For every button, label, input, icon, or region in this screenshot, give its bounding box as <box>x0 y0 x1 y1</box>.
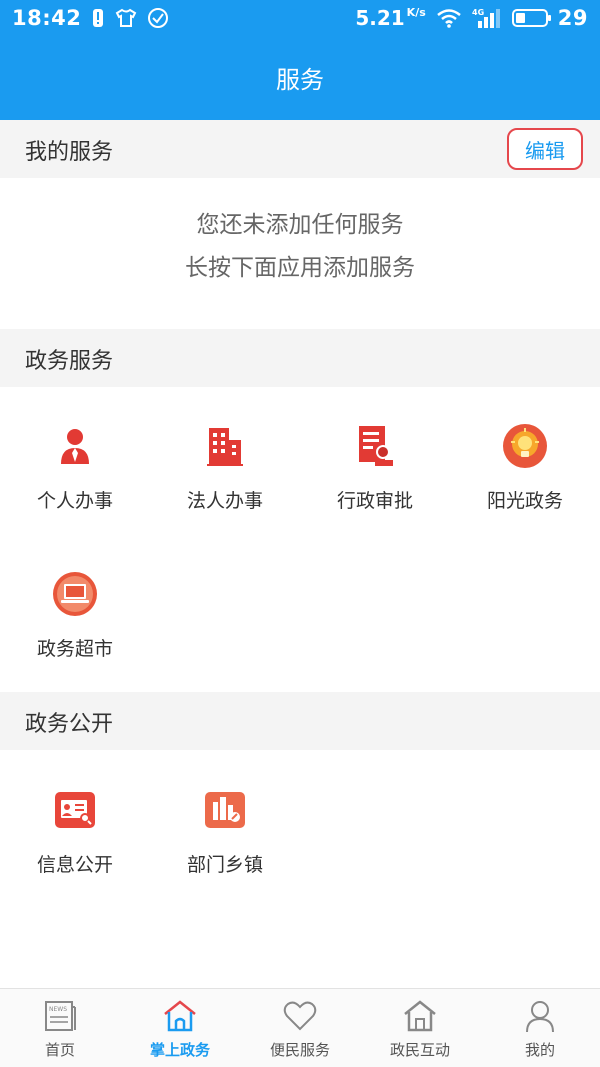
svg-text:NEWS: NEWS <box>49 1006 67 1013</box>
service-label: 行政审批 <box>336 490 413 512</box>
check-circle-icon <box>147 7 169 29</box>
house-outline-icon <box>402 999 438 1033</box>
service-label: 政务超市 <box>36 638 113 660</box>
my-services-title: 我的服务 <box>25 140 114 165</box>
heart-icon <box>282 999 318 1033</box>
battery-percent: 29 <box>557 6 588 30</box>
user-icon <box>522 999 558 1033</box>
page-title: 服务 <box>276 66 324 94</box>
service-item-approval[interactable]: 行政审批 <box>300 422 450 532</box>
bottom-navigation: NEWS 首页 掌上政务 便民服务 政民互动 我的 <box>0 988 600 1067</box>
service-item-legal[interactable]: 法人办事 <box>150 422 300 532</box>
service-label: 个人办事 <box>36 490 113 512</box>
nav-item-me[interactable]: 我的 <box>480 989 600 1067</box>
network-speed: 5.21 K/s <box>355 6 426 30</box>
nav-item-interaction[interactable]: 政民互动 <box>360 989 480 1067</box>
open-item-info[interactable]: 信息公开 <box>0 786 150 896</box>
shirt-icon <box>115 8 137 28</box>
status-bar: 18:42 5.21 K/s 4G 29 <box>0 0 600 38</box>
status-time: 18:42 <box>12 6 82 30</box>
nav-label: 掌上政务 <box>149 1041 210 1059</box>
network-type: 4G <box>472 8 484 17</box>
building-icon <box>201 422 249 470</box>
house-icon <box>162 999 198 1033</box>
gov-open-header: 政务公开 <box>0 692 600 750</box>
edit-button[interactable]: 编辑 <box>507 128 583 170</box>
alert-icon <box>91 8 105 28</box>
wifi-icon <box>436 8 462 28</box>
service-label: 阳光政务 <box>486 490 563 512</box>
open-label: 部门乡镇 <box>186 854 263 876</box>
nav-label: 政民互动 <box>389 1041 450 1059</box>
lightbulb-icon <box>501 422 549 470</box>
gov-open-title: 政务公开 <box>25 712 114 737</box>
empty-services-message: 您还未添加任何服务 长按下面应用添加服务 <box>0 204 600 290</box>
document-stamp-icon <box>351 422 399 470</box>
service-item-sunshine[interactable]: 阳光政务 <box>450 422 600 532</box>
news-icon: NEWS <box>42 999 78 1033</box>
id-card-search-icon <box>51 786 99 834</box>
empty-message-line2: 长按下面应用添加服务 <box>185 255 415 281</box>
laptop-icon <box>51 570 99 618</box>
nav-item-convenience[interactable]: 便民服务 <box>240 989 360 1067</box>
nav-label: 首页 <box>44 1041 75 1059</box>
service-item-personal[interactable]: 个人办事 <box>0 422 150 532</box>
app-header: 18:42 5.21 K/s 4G 29 服务 <box>0 0 600 120</box>
city-buildings-icon <box>201 786 249 834</box>
nav-label: 便民服务 <box>269 1041 330 1059</box>
gov-services-title: 政务服务 <box>25 349 114 374</box>
nav-label: 我的 <box>524 1041 555 1059</box>
empty-message-line1: 您还未添加任何服务 <box>196 212 404 238</box>
open-label: 信息公开 <box>36 854 113 876</box>
service-label: 法人办事 <box>186 490 263 512</box>
battery-icon <box>511 9 551 27</box>
nav-item-home[interactable]: NEWS 首页 <box>0 989 120 1067</box>
gov-services-header: 政务服务 <box>0 329 600 387</box>
my-services-header: 我的服务 编辑 <box>0 120 600 178</box>
person-icon <box>51 422 99 470</box>
open-item-department[interactable]: 部门乡镇 <box>150 786 300 896</box>
nav-item-gov-affairs[interactable]: 掌上政务 <box>120 989 240 1067</box>
signal-icon: 4G <box>472 7 502 29</box>
service-item-market[interactable]: 政务超市 <box>0 570 150 680</box>
